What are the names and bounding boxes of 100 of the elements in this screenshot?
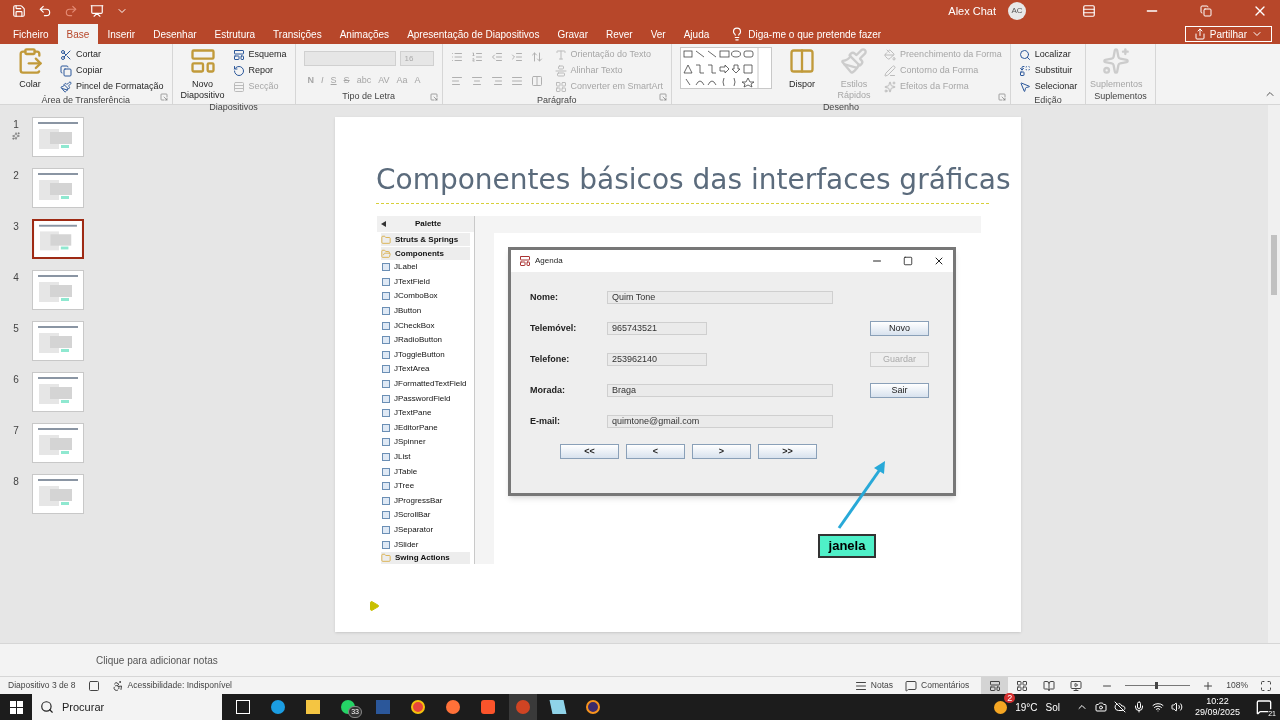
palette-item[interactable]: JLabel xyxy=(382,260,469,275)
volume-icon[interactable] xyxy=(1170,701,1183,713)
font-name-field[interactable] xyxy=(303,51,396,66)
navigation-button[interactable]: << xyxy=(560,444,619,459)
maximize-icon[interactable] xyxy=(903,256,913,266)
shapes-gallery[interactable] xyxy=(680,47,773,89)
dialog-launcher-icon[interactable] xyxy=(659,93,668,101)
line-spacing-icon[interactable] xyxy=(530,51,543,63)
ribbon-button[interactable]: Cortar xyxy=(60,47,164,62)
camera-icon[interactable] xyxy=(1094,701,1107,713)
navigation-button[interactable]: < xyxy=(626,444,685,459)
notes-placeholder[interactable]: Clique para adicionar notas xyxy=(96,652,218,668)
comments-button[interactable]: Comentários xyxy=(905,679,970,692)
form-button[interactable]: Sair xyxy=(870,383,929,398)
slide-thumbnail[interactable] xyxy=(32,219,84,259)
ribbon-tab[interactable]: Desenhar xyxy=(144,24,206,44)
align-center-icon[interactable] xyxy=(470,75,483,87)
ribbon-display-icon[interactable] xyxy=(1082,4,1096,18)
align-right-icon[interactable] xyxy=(490,75,503,87)
ribbon-tab[interactable]: Ver xyxy=(641,24,675,44)
palette-folder[interactable]: Swing Actions xyxy=(381,551,470,564)
ribbon-tab[interactable]: Animações xyxy=(330,24,399,44)
text-field[interactable]: quimtone@gmail.com xyxy=(607,415,833,428)
clock-time[interactable]: 10:22 xyxy=(1206,696,1229,707)
numbering-icon[interactable] xyxy=(470,51,483,63)
ribbon-tab[interactable]: Estrutura xyxy=(205,24,265,44)
ribbon-button[interactable]: Selecionar xyxy=(1018,79,1078,94)
ribbon-tab[interactable]: Transições xyxy=(264,24,331,44)
zoom-percentage[interactable]: 108% xyxy=(1226,679,1248,692)
ribbon-tab[interactable]: Apresentação de Diapositivos xyxy=(398,24,549,44)
ribbon-tab[interactable]: Base xyxy=(57,24,99,44)
weather-icon[interactable] xyxy=(994,700,1008,714)
justify-icon[interactable] xyxy=(510,75,523,87)
palette-item[interactable]: JTextPane xyxy=(382,405,469,421)
palette-item[interactable]: JSpinner xyxy=(382,435,469,450)
align-left-icon[interactable] xyxy=(450,75,463,87)
columns-icon[interactable] xyxy=(530,75,543,87)
ribbon-tab[interactable]: Rever xyxy=(597,24,642,44)
palette-item[interactable]: JButton xyxy=(382,303,469,319)
redo-icon[interactable] xyxy=(64,4,78,18)
ribbon-large-button[interactable]: Colar xyxy=(8,47,52,90)
navigation-button[interactable]: >> xyxy=(758,444,817,459)
ribbon-large-button[interactable]: Novo Diapositivo xyxy=(180,47,225,101)
tell-me-field[interactable]: Diga-me o que pretende fazer xyxy=(748,26,882,42)
palette-item[interactable]: JTextField xyxy=(382,274,469,290)
fit-slide-icon[interactable] xyxy=(1260,679,1272,692)
navigation-button[interactable]: > xyxy=(692,444,751,459)
palette-item[interactable]: JSlider xyxy=(382,537,469,552)
restore-icon[interactable] xyxy=(1200,5,1212,17)
palette-item[interactable]: JTable xyxy=(382,464,469,479)
cloud-icon[interactable] xyxy=(1113,701,1126,713)
palette-item[interactable]: JCheckBox xyxy=(382,318,469,333)
text-field[interactable]: 253962140 xyxy=(607,353,707,366)
palette-item[interactable]: JFormattedTextField xyxy=(382,376,469,392)
collapse-arrow-icon[interactable] xyxy=(381,221,386,227)
view-button[interactable] xyxy=(981,677,1009,694)
notes-button[interactable]: Notas xyxy=(854,679,894,692)
palette-item[interactable]: JSeparator xyxy=(382,522,469,538)
dialog-launcher-icon[interactable] xyxy=(159,93,168,101)
palette-folder[interactable]: Components xyxy=(381,247,470,260)
palette-item[interactable]: JComboBox xyxy=(382,289,469,304)
ribbon-button[interactable]: Localizar xyxy=(1018,47,1078,62)
ribbon-tab[interactable]: Inserir xyxy=(98,24,145,44)
palette-item[interactable]: JScrollBar xyxy=(382,508,469,523)
ribbon-tab[interactable]: Gravar xyxy=(548,24,597,44)
zoom-in-icon[interactable] xyxy=(1202,679,1215,692)
ribbon-button[interactable]: Copiar xyxy=(60,63,164,78)
save-icon[interactable] xyxy=(12,4,26,18)
palette-item[interactable]: JTextArea xyxy=(382,362,469,377)
clock-date[interactable]: 29/09/2025 xyxy=(1194,707,1240,718)
palette-item[interactable]: JPasswordField xyxy=(382,391,469,406)
palette-item[interactable]: JRadioButton xyxy=(382,332,469,348)
undo-icon[interactable] xyxy=(38,4,52,18)
text-field[interactable]: Braga xyxy=(607,384,833,397)
zoom-slider[interactable] xyxy=(1125,682,1191,689)
ribbon-tab[interactable]: Ajuda xyxy=(674,24,719,44)
accessibility-status[interactable]: Acessibilidade: Indisponível xyxy=(127,679,232,692)
palette-folder[interactable]: Struts & Springs xyxy=(381,233,470,246)
dialog-launcher-icon[interactable] xyxy=(997,93,1006,101)
ribbon-button[interactable]: Substituir xyxy=(1018,63,1078,78)
microphone-icon[interactable] xyxy=(1132,701,1145,713)
text-field[interactable]: Quim Tone xyxy=(607,291,833,304)
ribbon-large-button[interactable]: Dispor xyxy=(780,47,825,90)
palette-item[interactable]: JProgressBar xyxy=(382,493,469,509)
text-field[interactable]: 965743521 xyxy=(607,322,707,335)
ribbon-button[interactable]: Repor xyxy=(232,63,287,78)
user-avatar[interactable]: AC xyxy=(1008,2,1026,20)
slideshow-icon[interactable] xyxy=(90,4,104,18)
search-field[interactable]: Procurar xyxy=(32,694,222,720)
palette-item[interactable]: JToggleButton xyxy=(382,347,469,363)
ribbon-tab[interactable]: Ficheiro xyxy=(4,24,58,44)
dialog-launcher-icon[interactable] xyxy=(429,93,438,101)
palette-item[interactable]: JEditorPane xyxy=(382,420,469,436)
outdent-icon[interactable] xyxy=(490,51,503,63)
vertical-scrollbar[interactable] xyxy=(1268,105,1280,643)
close-icon[interactable] xyxy=(933,255,945,267)
zoom-thumb[interactable] xyxy=(1155,682,1159,689)
bullets-icon[interactable] xyxy=(450,51,463,63)
palette-item[interactable]: JTree xyxy=(382,478,469,494)
palette-item[interactable]: JList xyxy=(382,449,469,465)
